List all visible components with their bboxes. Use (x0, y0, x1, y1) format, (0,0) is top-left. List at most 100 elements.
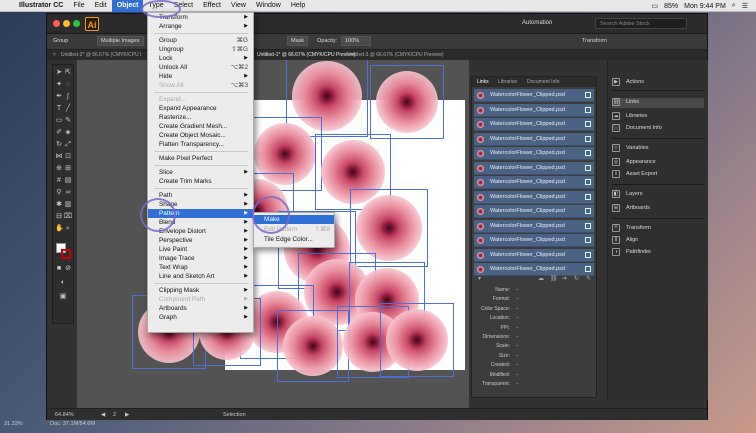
tab-libraries[interactable]: Libraries (498, 79, 517, 85)
close-window-button[interactable] (53, 20, 60, 27)
dock-libraries[interactable]: ☁ Libraries (612, 112, 704, 122)
pattern-submenu-item-tile-edge-color[interactable]: Tile Edge Color... (254, 235, 334, 244)
link-row[interactable]: WatercolorFlower_Clipped.psd (474, 176, 594, 189)
gradient-tool-icon[interactable]: ▤ (64, 177, 72, 185)
multiple-images-button[interactable]: Multiple Images (97, 36, 144, 46)
doc-tab-untitled-3[interactable]: Untitled-3 @ 66.67% (CMYK/CPU Preview) (347, 52, 467, 58)
object-menu-item-make-pixel-perfect[interactable]: Make Pixel Perfect (148, 154, 253, 163)
object-menu-item-unlock-all[interactable]: Unlock All ⌥⌘2 (148, 63, 253, 72)
blend-tool-icon[interactable]: ∞ (64, 189, 72, 197)
dock-actions[interactable]: ▶ Actions (612, 78, 704, 88)
menu-effect[interactable]: Effect (198, 0, 226, 12)
object-menu-item-hide[interactable]: Hide ▶ (148, 72, 253, 81)
symbol-sprayer-tool-icon[interactable]: ✱ (55, 201, 63, 209)
object-menu-item-perspective[interactable]: Perspective ▶ (148, 236, 253, 245)
object-menu-item-artboards[interactable]: Artboards ▶ (148, 304, 253, 313)
link-row[interactable]: WatercolorFlower_Clipped.psd (474, 118, 594, 131)
show-link-info-icon[interactable]: ▾ (478, 275, 481, 282)
slice-tool-icon[interactable]: ⌧ (64, 213, 72, 221)
object-menu-item-create-gradient-mesh[interactable]: Create Gradient Mesh... (148, 122, 253, 131)
rotate-tool-icon[interactable]: ↻ (55, 141, 63, 149)
transform-link[interactable]: Transform (582, 38, 607, 44)
link-row[interactable]: WatercolorFlower_Clipped.psd (474, 103, 594, 117)
workspace-switcher[interactable]: Automation (522, 20, 552, 26)
object-menu-item-graph[interactable]: Graph ▶ (148, 313, 253, 322)
object-menu-item-arrange[interactable]: Arrange ▶ (148, 22, 253, 31)
eyedropper-tool-icon[interactable]: ⚲ (55, 189, 63, 197)
dock-artboards[interactable]: ⊞ Artboards (612, 204, 704, 214)
tab-document-info[interactable]: Document Info (527, 79, 560, 85)
hand-tool-icon[interactable]: ✋ (55, 225, 64, 233)
watercolor-flower-image[interactable] (386, 309, 448, 371)
menu-file[interactable]: File (68, 0, 89, 12)
dock-align[interactable]: ⫼ Align (612, 236, 704, 246)
shape-builder-tool-icon[interactable]: ⊕ (55, 165, 63, 173)
dock-document-info[interactable]: ⓘ Document Info (612, 124, 704, 134)
object-menu-item-lock[interactable]: Lock ▶ (148, 54, 253, 63)
dock-asset-export[interactable]: ⇪ Asset Export (612, 170, 704, 180)
link-row[interactable]: WatercolorFlower_Clipped.psd (474, 234, 594, 247)
object-menu-item-live-paint[interactable]: Live Paint ▶ (148, 245, 253, 254)
dock-links[interactable]: ⛓ Links (612, 98, 704, 108)
column-graph-tool-icon[interactable]: ▥ (64, 201, 72, 209)
dock-layers[interactable]: ◧ Layers (612, 190, 704, 200)
link-row[interactable]: WatercolorFlower_Clipped.psd (474, 190, 594, 204)
notification-center-icon[interactable]: ☰ (742, 2, 748, 10)
zoom-window-button[interactable] (73, 20, 80, 27)
curvature-tool-icon[interactable]: ∫ (64, 93, 72, 101)
update-link-icon[interactable]: ↻ (574, 275, 579, 282)
object-menu-item-ungroup[interactable]: Ungroup ⇧⌘G (148, 45, 253, 54)
line-tool-icon[interactable]: ╱ (64, 105, 72, 113)
draw-mode-icon[interactable]: ◐ (59, 279, 67, 287)
clock[interactable]: Mon 9:44 PM (684, 3, 726, 10)
prev-artboard-icon[interactable]: ◀ (101, 412, 105, 418)
menu-view[interactable]: View (226, 0, 251, 12)
dock-pathfinder[interactable]: ◑ Pathfinder (612, 248, 704, 258)
artboard-number[interactable]: 2 (113, 412, 116, 418)
link-row[interactable]: WatercolorFlower_Clipped.psd (474, 161, 594, 175)
object-menu-item-slice[interactable]: Slice ▶ (148, 168, 253, 177)
paintbrush-tool-icon[interactable]: ✎ (64, 117, 72, 125)
doc-tab-untitled-2[interactable]: Untitled-2* @ 66.67% (CMYK/CPU Preview) (61, 52, 141, 58)
menu-window[interactable]: Window (251, 0, 286, 12)
dock-transform[interactable]: ⤧ Transform (612, 224, 704, 234)
link-row[interactable]: WatercolorFlower_Clipped.psd (474, 219, 594, 233)
object-menu-item-group[interactable]: Group ⌘G (148, 36, 253, 45)
menu-help[interactable]: Help (286, 0, 310, 12)
doc-tab-close-icon[interactable]: × (53, 52, 56, 58)
object-menu-item-rasterize[interactable]: Rasterize... (148, 113, 253, 122)
relink-cc-icon[interactable]: ☁ (538, 275, 544, 282)
watercolor-flower-image[interactable] (356, 195, 422, 261)
object-menu-item-expand-appearance[interactable]: Expand Appearance (148, 104, 253, 113)
none-mode-icon[interactable]: ⊘ (64, 265, 72, 273)
relink-icon[interactable]: ⛓ (550, 275, 558, 282)
width-tool-icon[interactable]: ⋈ (55, 153, 63, 161)
scale-tool-icon[interactable]: ⤢ (64, 141, 72, 149)
object-menu-item-create-object-mosaic[interactable]: Create Object Mosaic... (148, 131, 253, 140)
shaper-tool-icon[interactable]: ✐ (55, 129, 63, 137)
object-menu-item-line-and-sketch-art[interactable]: Line and Sketch Art ▶ (148, 272, 253, 281)
edit-original-icon[interactable]: ✎ (586, 275, 591, 282)
object-menu-item-clipping-mask[interactable]: Clipping Mask ▶ (148, 286, 253, 295)
go-to-link-icon[interactable]: ➜ (562, 275, 567, 282)
mask-button[interactable]: Mask (287, 36, 309, 46)
menu-app-name[interactable]: Illustrator CC (14, 0, 68, 12)
menu-edit[interactable]: Edit (90, 0, 112, 12)
watercolor-flower-image[interactable] (376, 71, 438, 133)
zoom-tool-icon[interactable]: ⌕ (64, 225, 72, 233)
minimize-window-button[interactable] (63, 20, 70, 27)
type-tool-icon[interactable]: T (55, 105, 63, 113)
direct-selection-tool-icon[interactable]: ⇱ (64, 69, 72, 77)
link-row[interactable]: WatercolorFlower_Clipped.psd (474, 248, 594, 262)
link-row[interactable]: WatercolorFlower_Clipped.psd (474, 205, 594, 218)
object-menu-item-create-trim-marks[interactable]: Create Trim Marks (148, 177, 253, 186)
stroke-swatch[interactable] (61, 249, 71, 259)
selection-tool-icon[interactable]: ➤ (55, 69, 63, 77)
magic-wand-tool-icon[interactable]: ✦ (55, 81, 63, 89)
watercolor-flower-image[interactable] (283, 316, 343, 376)
object-menu-item-text-wrap[interactable]: Text Wrap ▶ (148, 263, 253, 272)
object-menu-item-flatten-transparency[interactable]: Flatten Transparency... (148, 140, 253, 149)
pen-tool-icon[interactable]: ✒ (55, 93, 63, 101)
eraser-tool-icon[interactable]: ◈ (64, 129, 72, 137)
artboard-tool-icon[interactable]: ⊟ (55, 213, 63, 221)
